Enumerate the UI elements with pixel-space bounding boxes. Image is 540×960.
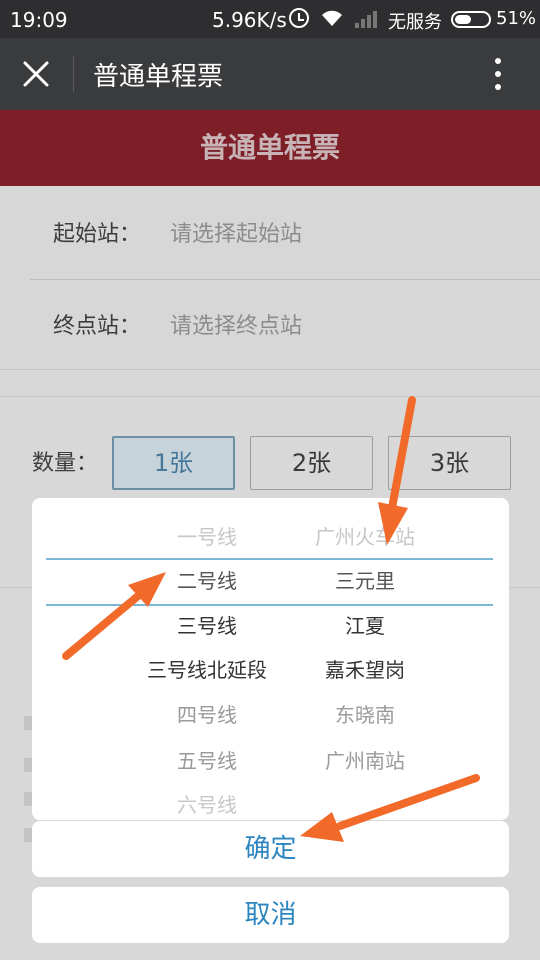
end-station-field[interactable]: 请选择终点站 — [170, 308, 302, 340]
close-icon[interactable] — [20, 58, 52, 90]
carrier-text: 无服务 — [388, 12, 442, 33]
end-station-row[interactable]: 终点站： 请选择终点站 — [0, 278, 540, 370]
alarm-icon — [289, 8, 309, 28]
picker-line-option[interactable]: 六号线 — [107, 790, 307, 820]
selection-indicator-bottom — [46, 604, 493, 606]
wifi-icon — [322, 10, 342, 26]
window-title: 普通单程票 — [93, 62, 224, 92]
selection-indicator-top — [46, 558, 493, 560]
station-selector: 起始站： 请选择起始站 终点站： 请选择终点站 — [0, 186, 540, 370]
picker-station-option[interactable]: 江夏 — [265, 611, 465, 641]
page-title: 普通单程票 — [0, 110, 540, 186]
battery-icon — [451, 11, 491, 28]
picker-station-option[interactable]: 嘉禾望岗 — [265, 655, 465, 685]
picker-station-option[interactable]: 广州南站 — [265, 746, 465, 776]
more-options-icon[interactable] — [490, 54, 506, 94]
quantity-option-2[interactable]: 2张 — [250, 436, 373, 490]
title-bar: 普通单程票 — [0, 38, 540, 110]
status-bar: 19:09 5.96K/s 无服务 51% — [0, 0, 540, 38]
confirm-button[interactable]: 确定 — [32, 821, 509, 877]
start-station-field[interactable]: 请选择起始站 — [170, 216, 302, 248]
status-time: 19:09 — [10, 8, 68, 32]
picker-station-option[interactable]: 东晓南 — [265, 700, 465, 730]
quantity-option-1[interactable]: 1张 — [112, 436, 235, 490]
start-station-row[interactable]: 起始站： 请选择起始站 — [0, 186, 540, 278]
quantity-option-3[interactable]: 3张 — [388, 436, 511, 490]
station-picker[interactable]: 一号线 二号线 三号线 三号线北延段 四号线 五号线 六号线 广州火车站 三元里… — [32, 498, 509, 820]
cancel-button[interactable]: 取消 — [32, 887, 509, 943]
picker-station-option[interactable]: 广州火车站 — [265, 522, 465, 552]
start-station-label: 起始站： — [53, 222, 142, 247]
picker-station-option-selected[interactable]: 三元里 — [265, 566, 465, 596]
signal-icon — [355, 11, 377, 28]
battery-percentage: 51% — [496, 8, 537, 29]
network-speed: 5.96K/s — [212, 8, 287, 32]
end-station-label: 终点站： — [53, 314, 142, 339]
title-divider — [73, 56, 74, 92]
quantity-label: 数量： — [32, 451, 99, 476]
